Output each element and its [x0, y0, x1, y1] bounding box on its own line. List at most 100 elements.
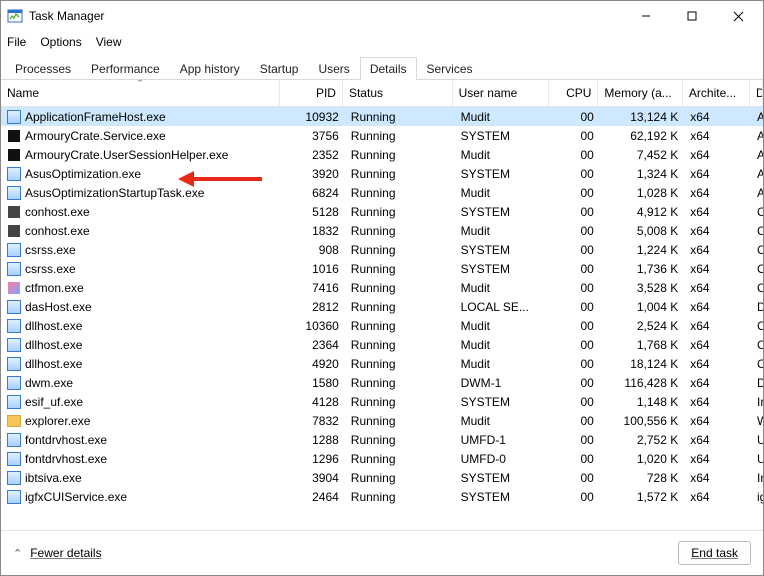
cell-pid: 1580 [282, 373, 345, 392]
window-controls [623, 1, 761, 31]
cell-name: dasHost.exe [1, 297, 282, 316]
cell-name: fontdrvhost.exe [1, 430, 282, 449]
cell-desc: ARMOURY CR [751, 145, 763, 164]
minimize-button[interactable] [623, 1, 669, 31]
cell-name: dllhost.exe [1, 316, 282, 335]
cell-user: SYSTEM [455, 240, 551, 259]
tab-details[interactable]: Details [360, 57, 417, 80]
process-icon [7, 433, 21, 447]
cell-pid: 10360 [282, 316, 345, 335]
tab-bar: ProcessesPerformanceApp historyStartupUs… [1, 53, 763, 80]
cell-status: Running [345, 449, 455, 468]
menu-file[interactable]: File [7, 35, 26, 49]
cell-desc: igfxCUIService [751, 487, 763, 506]
process-row[interactable]: dllhost.exe2364RunningMudit001,768 Kx64C… [1, 335, 763, 354]
tab-users[interactable]: Users [308, 57, 359, 80]
col-name[interactable]: Name ⌃ [1, 80, 280, 106]
task-manager-window: Task Manager File Options View Processes… [0, 0, 764, 576]
process-row[interactable]: ApplicationFrameHost.exe10932RunningMudi… [1, 107, 763, 126]
col-cpu[interactable]: CPU [549, 80, 599, 106]
process-icon [7, 167, 21, 181]
process-row[interactable]: conhost.exe1832RunningMudit005,008 Kx64C… [1, 221, 763, 240]
tab-services[interactable]: Services [417, 57, 483, 80]
process-row[interactable]: ArmouryCrate.Service.exe3756RunningSYSTE… [1, 126, 763, 145]
process-row[interactable]: igfxCUIService.exe2464RunningSYSTEM001,5… [1, 487, 763, 506]
process-row[interactable]: ibtsiva.exe3904RunningSYSTEM00728 Kx64In… [1, 468, 763, 487]
process-row[interactable]: dllhost.exe4920RunningMudit0018,124 Kx64… [1, 354, 763, 373]
process-row[interactable]: ctfmon.exe7416RunningMudit003,528 Kx64CT… [1, 278, 763, 297]
col-status[interactable]: Status [343, 80, 453, 106]
cell-mem: 116,428 K [600, 373, 684, 392]
process-row[interactable]: fontdrvhost.exe1288RunningUMFD-1002,752 … [1, 430, 763, 449]
cell-arch: x64 [684, 202, 751, 221]
col-pid[interactable]: PID [280, 80, 343, 106]
menu-options[interactable]: Options [40, 35, 81, 49]
cell-pid: 2464 [282, 487, 345, 506]
menu-view[interactable]: View [96, 35, 122, 49]
process-row[interactable]: dllhost.exe10360RunningMudit002,524 Kx64… [1, 316, 763, 335]
cell-status: Running [345, 183, 455, 202]
process-icon [7, 129, 21, 143]
process-row[interactable]: explorer.exe7832RunningMudit00100,556 Kx… [1, 411, 763, 430]
col-user[interactable]: User name [453, 80, 549, 106]
cell-desc: Application Fr [751, 107, 763, 126]
process-row[interactable]: AsusOptimization.exe3920RunningSYSTEM001… [1, 164, 763, 183]
fewer-details-button[interactable]: ⌃ Fewer details [13, 546, 102, 560]
process-row[interactable]: dwm.exe1580RunningDWM-100116,428 Kx64Des… [1, 373, 763, 392]
cell-status: Running [345, 297, 455, 316]
col-arch[interactable]: Archite... [683, 80, 750, 106]
process-row[interactable]: ArmouryCrate.UserSessionHelper.exe2352Ru… [1, 145, 763, 164]
cell-status: Running [345, 145, 455, 164]
cell-user: Mudit [455, 354, 551, 373]
cell-cpu: 00 [551, 373, 600, 392]
cell-user: SYSTEM [455, 468, 551, 487]
sort-ascending-icon: ⌃ [136, 80, 144, 89]
cell-user: SYSTEM [455, 487, 551, 506]
maximize-button[interactable] [669, 1, 715, 31]
tab-processes[interactable]: Processes [5, 57, 81, 80]
cell-user: UMFD-1 [455, 430, 551, 449]
cell-arch: x64 [684, 468, 751, 487]
tab-performance[interactable]: Performance [81, 57, 170, 80]
cell-status: Running [345, 335, 455, 354]
cell-arch: x64 [684, 430, 751, 449]
process-icon [7, 471, 21, 485]
cell-name: dllhost.exe [1, 335, 282, 354]
cell-arch: x64 [684, 221, 751, 240]
cell-cpu: 00 [551, 107, 600, 126]
process-row[interactable]: conhost.exe5128RunningSYSTEM004,912 Kx64… [1, 202, 763, 221]
process-list[interactable]: ApplicationFrameHost.exe10932RunningMudi… [1, 107, 763, 530]
tab-app-history[interactable]: App history [170, 57, 250, 80]
cell-name: AsusOptimization.exe [1, 164, 282, 183]
cell-cpu: 00 [551, 430, 600, 449]
tab-startup[interactable]: Startup [250, 57, 309, 80]
process-row[interactable]: fontdrvhost.exe1296RunningUMFD-0001,020 … [1, 449, 763, 468]
cell-name: dllhost.exe [1, 354, 282, 373]
cell-cpu: 00 [551, 221, 600, 240]
col-desc[interactable]: Description [750, 80, 763, 106]
close-button[interactable] [715, 1, 761, 31]
cell-pid: 2352 [282, 145, 345, 164]
cell-name: csrss.exe [1, 240, 282, 259]
cell-cpu: 00 [551, 449, 600, 468]
process-row[interactable]: csrss.exe908RunningSYSTEM001,224 Kx64Cli… [1, 240, 763, 259]
cell-desc: Client Server R [751, 240, 763, 259]
process-row[interactable]: csrss.exe1016RunningSYSTEM001,736 Kx64Cl… [1, 259, 763, 278]
cell-status: Running [345, 392, 455, 411]
col-mem[interactable]: Memory (a... [598, 80, 683, 106]
process-row[interactable]: dasHost.exe2812RunningLOCAL SE...001,004… [1, 297, 763, 316]
cell-pid: 3920 [282, 164, 345, 183]
cell-status: Running [345, 107, 455, 126]
process-icon [7, 338, 21, 352]
cell-cpu: 00 [551, 297, 600, 316]
cell-user: Mudit [455, 145, 551, 164]
cell-arch: x64 [684, 259, 751, 278]
cell-cpu: 00 [551, 354, 600, 373]
cell-user: SYSTEM [455, 126, 551, 145]
end-task-button[interactable]: End task [678, 541, 751, 565]
fewer-details-underline: Fewer details [30, 546, 101, 560]
process-row[interactable]: AsusOptimizationStartupTask.exe6824Runni… [1, 183, 763, 202]
process-row[interactable]: esif_uf.exe4128RunningSYSTEM001,148 Kx64… [1, 392, 763, 411]
cell-mem: 1,004 K [600, 297, 684, 316]
cell-cpu: 00 [551, 145, 600, 164]
